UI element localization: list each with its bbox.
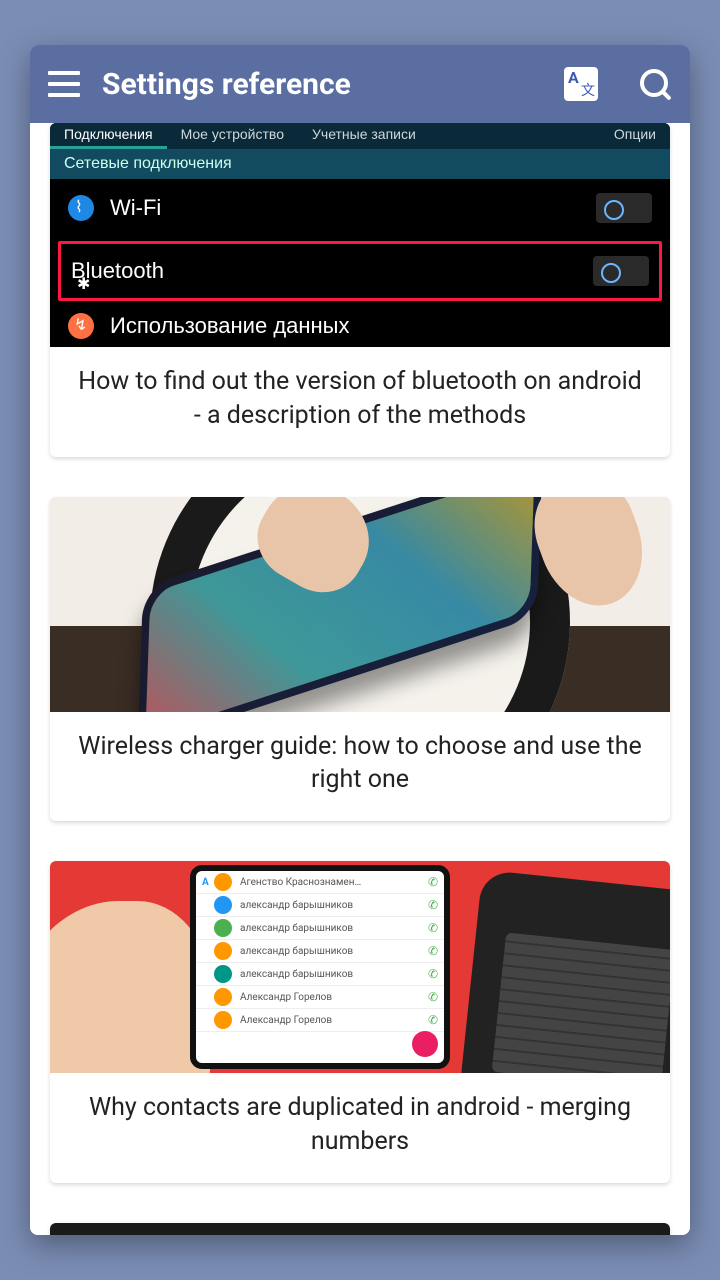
thumb-tab: Опции (600, 123, 670, 149)
article-card[interactable]: Wireless charger guide: how to choose an… (50, 497, 670, 822)
app-window: Settings reference Подключения Мое устро… (30, 45, 690, 1235)
search-icon[interactable] (638, 67, 672, 101)
app-bar: Settings reference (30, 45, 690, 123)
thumb-tab: Мое устройство (167, 123, 298, 149)
wifi-icon (68, 195, 94, 221)
data-usage-icon (68, 313, 94, 339)
thumb-tab: Подключения (50, 123, 167, 149)
article-thumbnail: Порт MMS (50, 1223, 670, 1236)
toggle-icon (593, 256, 649, 286)
thumb-data-row: Использование данных (50, 305, 670, 353)
article-title: Wireless charger guide: how to choose an… (50, 712, 670, 822)
thumb-tab: Учетные записи (298, 123, 430, 149)
article-thumbnail: ААгенство Краснознамен…✆ александр барыш… (50, 861, 670, 1073)
translate-icon[interactable] (564, 67, 598, 101)
toggle-icon (596, 193, 652, 223)
article-title: Why contacts are duplicated in android -… (50, 1073, 670, 1183)
article-card[interactable]: Подключения Мое устройство Учетные запис… (50, 123, 670, 457)
keyboard-phone-illustration (459, 870, 670, 1073)
thumb-bluetooth-row: Bluetooth (58, 241, 662, 301)
article-title: How to find out the version of bluetooth… (50, 347, 670, 457)
thumb-wifi-row: Wi-Fi (50, 179, 670, 237)
article-thumbnail: Подключения Мое устройство Учетные запис… (50, 123, 670, 347)
menu-icon[interactable] (48, 71, 80, 97)
article-card[interactable]: ААгенство Краснознамен…✆ александр барыш… (50, 861, 670, 1183)
article-card[interactable]: Порт MMS (50, 1223, 670, 1236)
thumb-section-label: Сетевые подключения (50, 149, 670, 179)
article-thumbnail (50, 497, 670, 712)
thumb-wifi-label: Wi-Fi (110, 195, 161, 221)
article-list[interactable]: Подключения Мое устройство Учетные запис… (30, 123, 690, 1235)
thumb-data-label: Использование данных (110, 313, 350, 339)
app-title: Settings reference (102, 67, 564, 102)
contacts-phone-illustration: ААгенство Краснознамен…✆ александр барыш… (190, 865, 450, 1069)
fab-icon (412, 1031, 438, 1057)
